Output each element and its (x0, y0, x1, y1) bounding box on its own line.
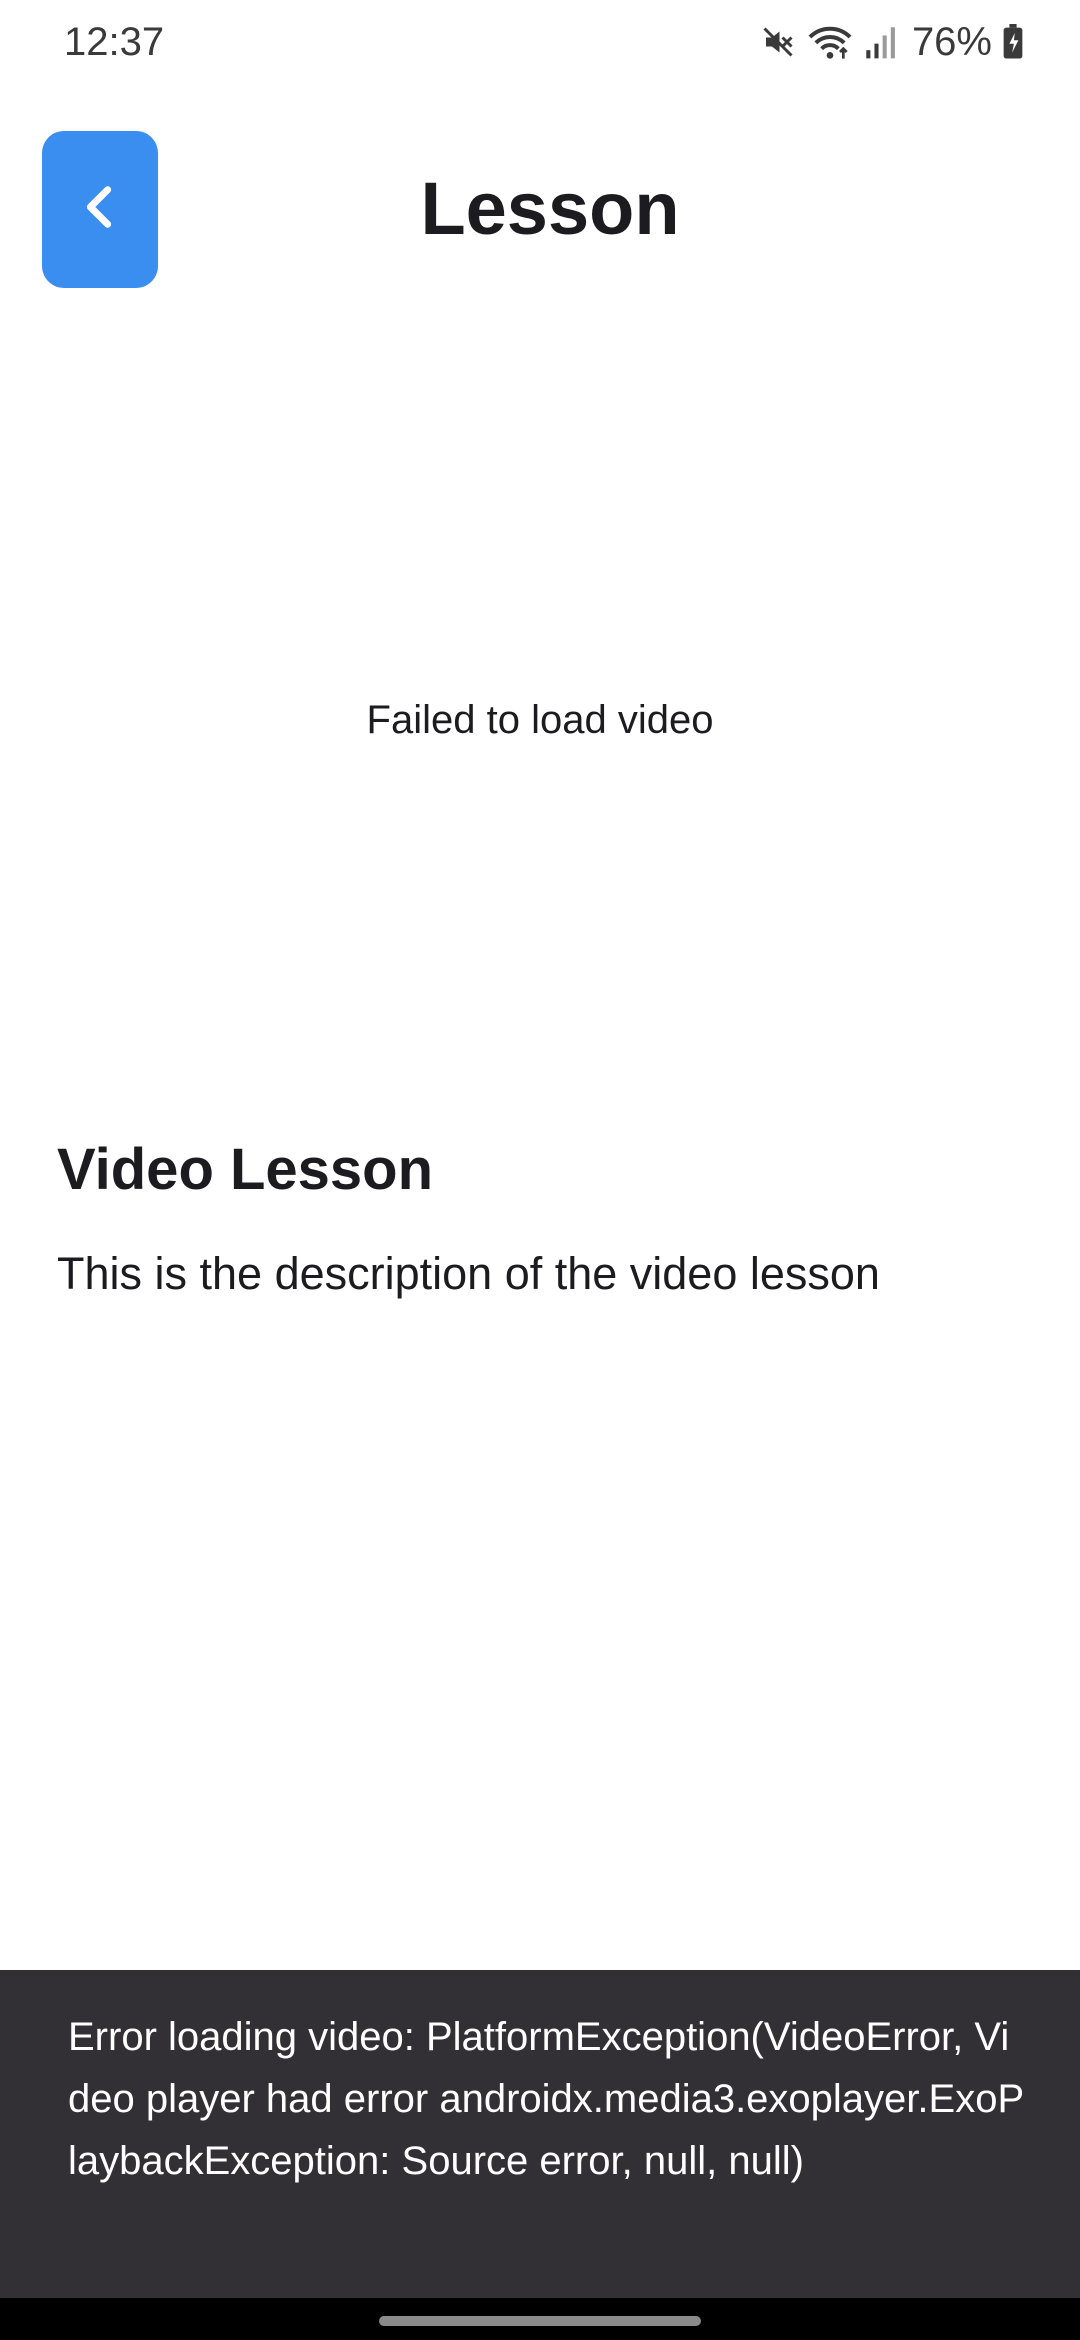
page-title: Lesson (420, 167, 680, 250)
snackbar-message: Error loading video: PlatformException(V… (68, 2015, 1025, 2183)
lesson-title: Video Lesson (57, 1137, 434, 1202)
lesson-description: This is the description of the video les… (57, 1248, 880, 1299)
status-time: 12:37 (64, 20, 165, 64)
signal-icon (864, 24, 898, 60)
status-icons: 76% (760, 14, 1024, 70)
mute-icon (760, 24, 796, 60)
home-gesture-handle[interactable] (379, 2316, 701, 2326)
wifi-icon (806, 22, 854, 62)
video-player[interactable]: Failed to load video (0, 320, 1080, 1140)
battery-icon (1002, 24, 1024, 60)
status-bar: 12:37 76% (0, 0, 1080, 84)
video-error-message: Failed to load video (366, 698, 714, 742)
battery-percent: 76% (911, 20, 992, 64)
